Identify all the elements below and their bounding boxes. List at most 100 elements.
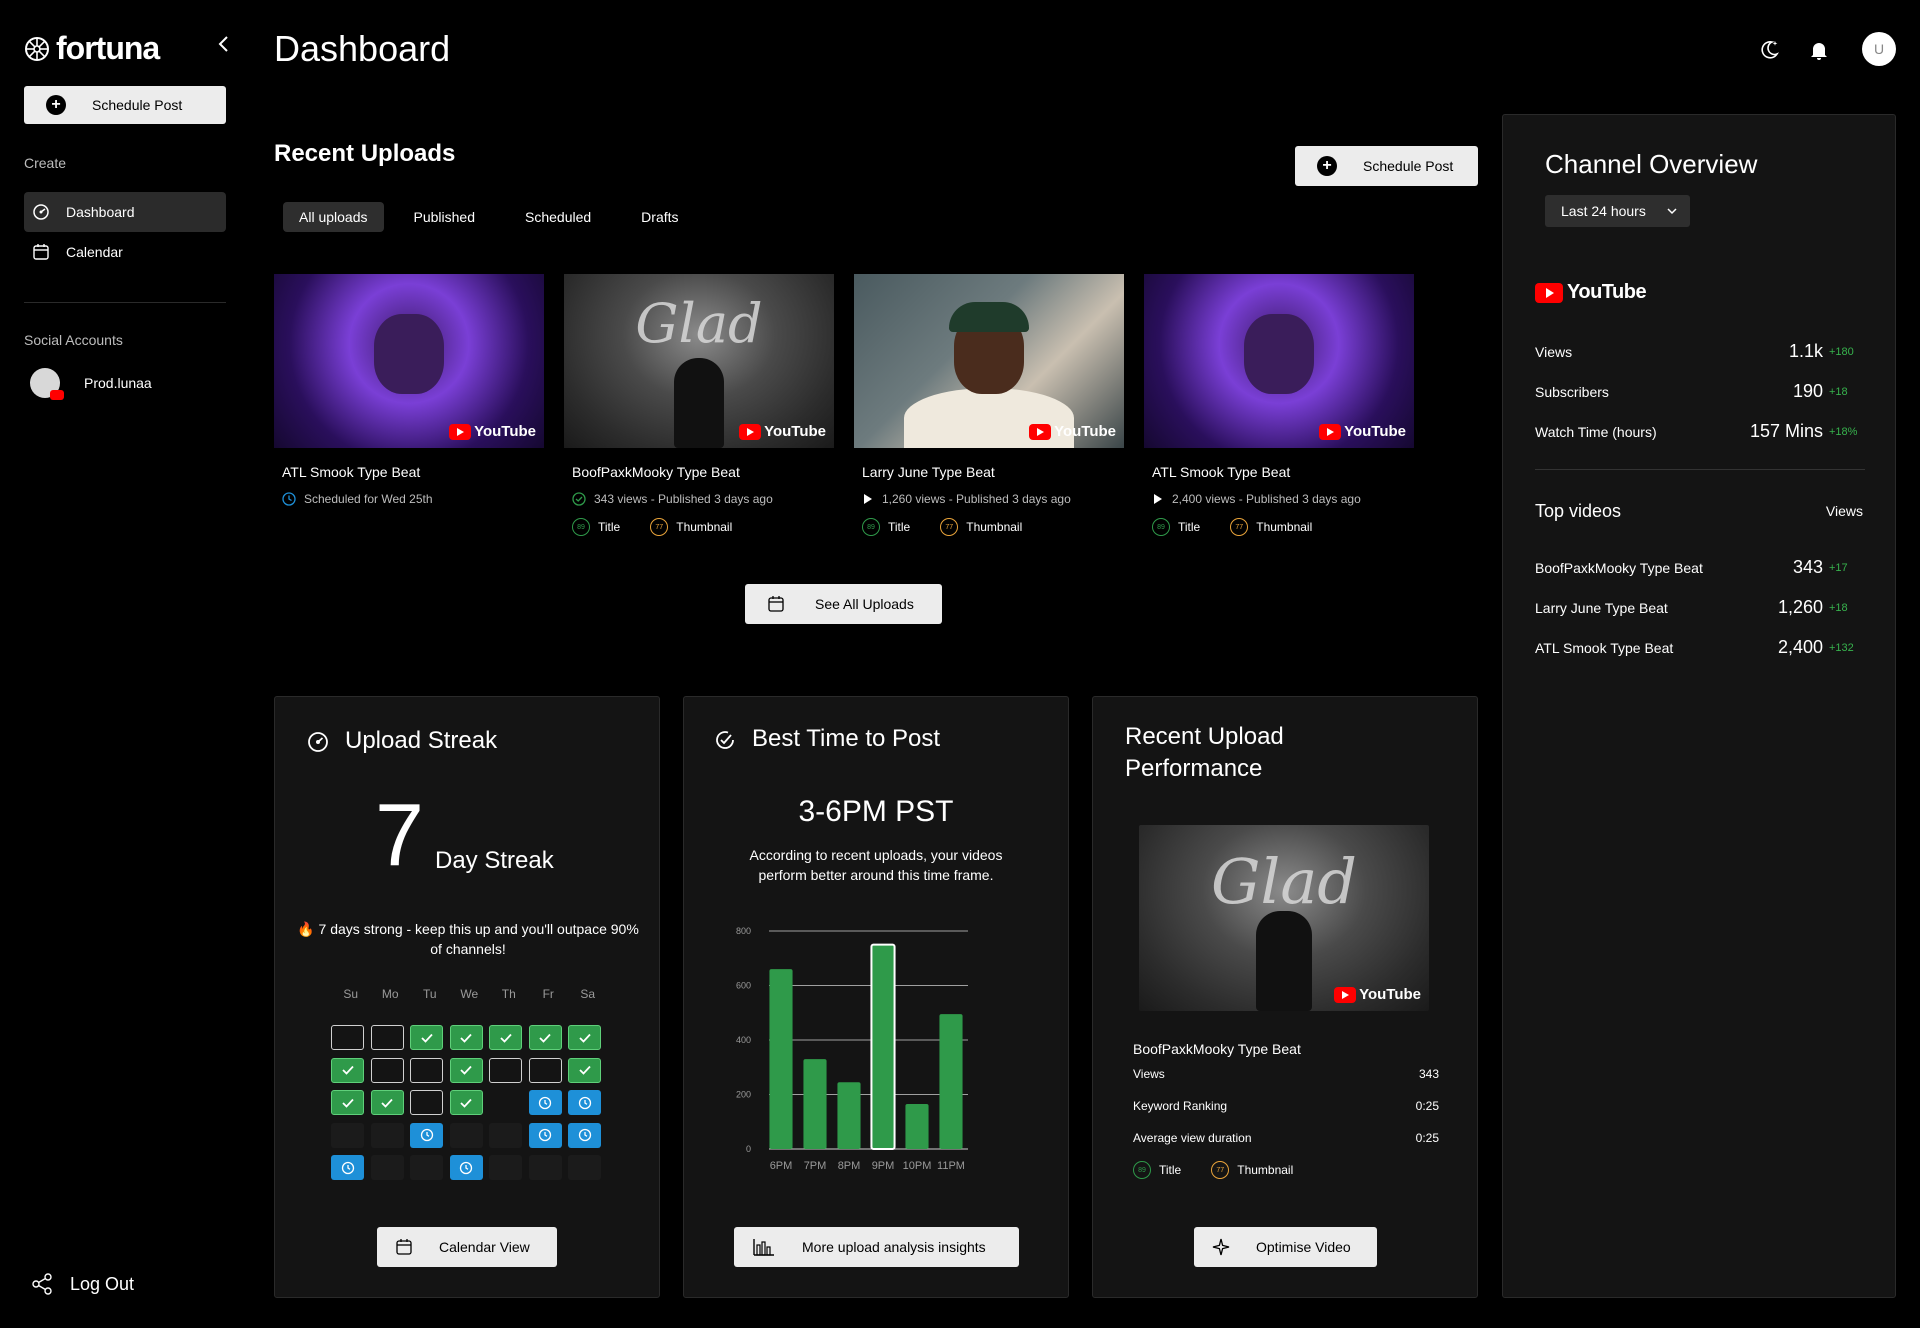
tab-scheduled[interactable]: Scheduled xyxy=(509,202,607,232)
upload-insights-button[interactable]: More upload analysis insights xyxy=(734,1227,1019,1267)
streak-label: Day Streak xyxy=(435,847,554,874)
streak-day-future[interactable] xyxy=(410,1155,443,1180)
weekday-labels: Su Mo Tu We Th Fr Sa xyxy=(331,987,608,1001)
upload-card[interactable]: Glad YouTube BoofPaxkMooky Type Beat 343… xyxy=(564,274,834,536)
streak-day-sched[interactable] xyxy=(568,1122,601,1148)
optimise-video-label: Optimise Video xyxy=(1256,1239,1351,1255)
streak-day-done[interactable] xyxy=(331,1057,364,1083)
streak-day-done[interactable] xyxy=(449,1025,483,1050)
stat-value: 157 Mins xyxy=(1749,421,1823,441)
streak-day-done[interactable] xyxy=(528,1025,562,1050)
streak-day-sched[interactable] xyxy=(449,1155,483,1180)
title-tag: Title xyxy=(888,520,911,534)
chart-bar[interactable] xyxy=(769,969,793,1149)
youtube-play-icon xyxy=(449,423,472,440)
schedule-post-button[interactable]: + Schedule Post xyxy=(1295,146,1478,186)
sidebar-item-dashboard[interactable]: Dashboard xyxy=(24,192,226,232)
streak-day-done[interactable] xyxy=(489,1025,522,1050)
panel-title-line1: Recent Upload xyxy=(1125,723,1284,750)
streak-day-future[interactable] xyxy=(449,1122,483,1148)
sidebar-item-calendar[interactable]: Calendar xyxy=(24,232,226,272)
top-video-row[interactable]: BoofPaxkMooky Type Beat 343 +17 xyxy=(1535,557,1865,578)
calendar-view-button[interactable]: Calendar View xyxy=(377,1227,557,1267)
chart-bar[interactable] xyxy=(870,943,896,1150)
dark-mode-icon[interactable] xyxy=(1757,38,1781,62)
streak-day-done[interactable] xyxy=(410,1025,443,1050)
streak-day-done[interactable] xyxy=(370,1090,404,1115)
check-icon xyxy=(381,1098,393,1108)
sidebar-divider xyxy=(24,302,226,303)
youtube-wordmark: YouTube xyxy=(1054,423,1116,440)
streak-day-done[interactable] xyxy=(449,1090,483,1115)
streak-day-empty[interactable] xyxy=(489,1057,522,1083)
top-video-row[interactable]: Larry June Type Beat 1,260 +18 xyxy=(1535,597,1865,618)
stat-delta: +180 xyxy=(1829,345,1854,358)
upload-card[interactable]: YouTube Larry June Type Beat 1,260 views… xyxy=(854,274,1124,536)
thumbnail-tag: Thumbnail xyxy=(676,520,733,534)
streak-day-empty[interactable] xyxy=(370,1057,404,1083)
schedule-post-button[interactable]: + Schedule Post xyxy=(24,86,226,124)
chart-bar[interactable] xyxy=(939,1014,963,1149)
panel-title: Best Time to Post xyxy=(752,725,941,752)
streak-day-empty[interactable] xyxy=(528,1057,562,1083)
streak-day-sched[interactable] xyxy=(568,1090,601,1115)
streak-day-sched[interactable] xyxy=(528,1122,562,1148)
streak-day-empty[interactable] xyxy=(410,1090,443,1115)
tab-drafts[interactable]: Drafts xyxy=(625,202,694,232)
streak-day-future[interactable] xyxy=(370,1122,404,1148)
tab-published[interactable]: Published xyxy=(398,202,492,232)
see-all-uploads-button[interactable]: See All Uploads xyxy=(745,584,942,624)
time-range-value: Last 24 hours xyxy=(1561,203,1646,219)
top-video-name: Larry June Type Beat xyxy=(1535,599,1668,616)
weekday-label: Su xyxy=(343,987,359,1001)
app-logo[interactable]: fortuna xyxy=(24,30,160,67)
youtube-wordmark: YouTube xyxy=(1359,986,1421,1003)
streak-day-done[interactable] xyxy=(568,1025,601,1050)
streak-day-done[interactable] xyxy=(331,1090,364,1115)
video-thumbnail[interactable]: Glad YouTube xyxy=(1139,825,1429,1011)
clock-icon xyxy=(538,1128,552,1142)
chevron-down-icon xyxy=(1667,208,1677,215)
x-tick-label: 6PM xyxy=(770,1160,793,1172)
upload-card[interactable]: YouTube ATL Smook Type Beat 2,400 views … xyxy=(1144,274,1414,536)
upload-card[interactable]: YouTube ATL Smook Type Beat Scheduled fo… xyxy=(274,274,544,536)
streak-day-future[interactable] xyxy=(331,1122,364,1148)
streak-day-empty[interactable] xyxy=(370,1025,404,1050)
time-range-select[interactable]: Last 24 hours xyxy=(1545,195,1690,227)
chart-bar[interactable] xyxy=(905,1104,929,1149)
streak-day-future[interactable] xyxy=(489,1122,522,1148)
social-account-item[interactable]: Prod.lunaa xyxy=(30,368,152,400)
logout-button[interactable]: Log Out xyxy=(30,1272,134,1296)
streak-day-sched[interactable] xyxy=(410,1122,443,1148)
chart-bar[interactable] xyxy=(803,1059,827,1149)
tab-all-uploads[interactable]: All uploads xyxy=(283,202,384,232)
sidebar-item-label: Calendar xyxy=(66,244,123,260)
streak-day-empty[interactable] xyxy=(331,1025,364,1050)
stat-row: Watch Time (hours) 157 Mins +18% xyxy=(1535,421,1865,442)
thumbnail-tag: Thumbnail xyxy=(966,520,1023,534)
calendar-icon xyxy=(33,244,49,260)
top-video-delta: +18 xyxy=(1829,601,1848,614)
weekday-label: Tu xyxy=(422,987,437,1001)
collapse-sidebar-icon[interactable] xyxy=(212,32,236,56)
streak-day-sched[interactable] xyxy=(331,1155,364,1180)
streak-day-done[interactable] xyxy=(568,1057,601,1083)
streak-day-sched[interactable] xyxy=(528,1090,562,1115)
y-tick-label: 0 xyxy=(746,1144,751,1154)
streak-day-future[interactable] xyxy=(489,1155,522,1180)
user-avatar[interactable]: U xyxy=(1862,32,1896,66)
streak-day-done[interactable] xyxy=(449,1057,483,1083)
card-scores: 89 Title 77 Thumbnail xyxy=(1152,518,1414,536)
chart-bar[interactable] xyxy=(837,1082,861,1149)
video-thumbnail: Glad YouTube xyxy=(564,274,834,448)
card-scores: 89 Title 77 Thumbnail xyxy=(862,518,1124,536)
streak-day-future[interactable] xyxy=(568,1155,601,1180)
bell-icon[interactable] xyxy=(1807,38,1831,62)
streak-day-empty[interactable] xyxy=(410,1057,443,1083)
streak-day-future[interactable] xyxy=(370,1155,404,1180)
top-video-row[interactable]: ATL Smook Type Beat 2,400 +132 xyxy=(1535,637,1865,658)
streak-day-future[interactable] xyxy=(528,1155,562,1180)
optimise-video-button[interactable]: Optimise Video xyxy=(1194,1227,1377,1267)
check-icon xyxy=(460,1098,472,1108)
upload-streak-panel: Upload Streak 7 Day Streak 🔥 7 days stro… xyxy=(274,696,660,1298)
